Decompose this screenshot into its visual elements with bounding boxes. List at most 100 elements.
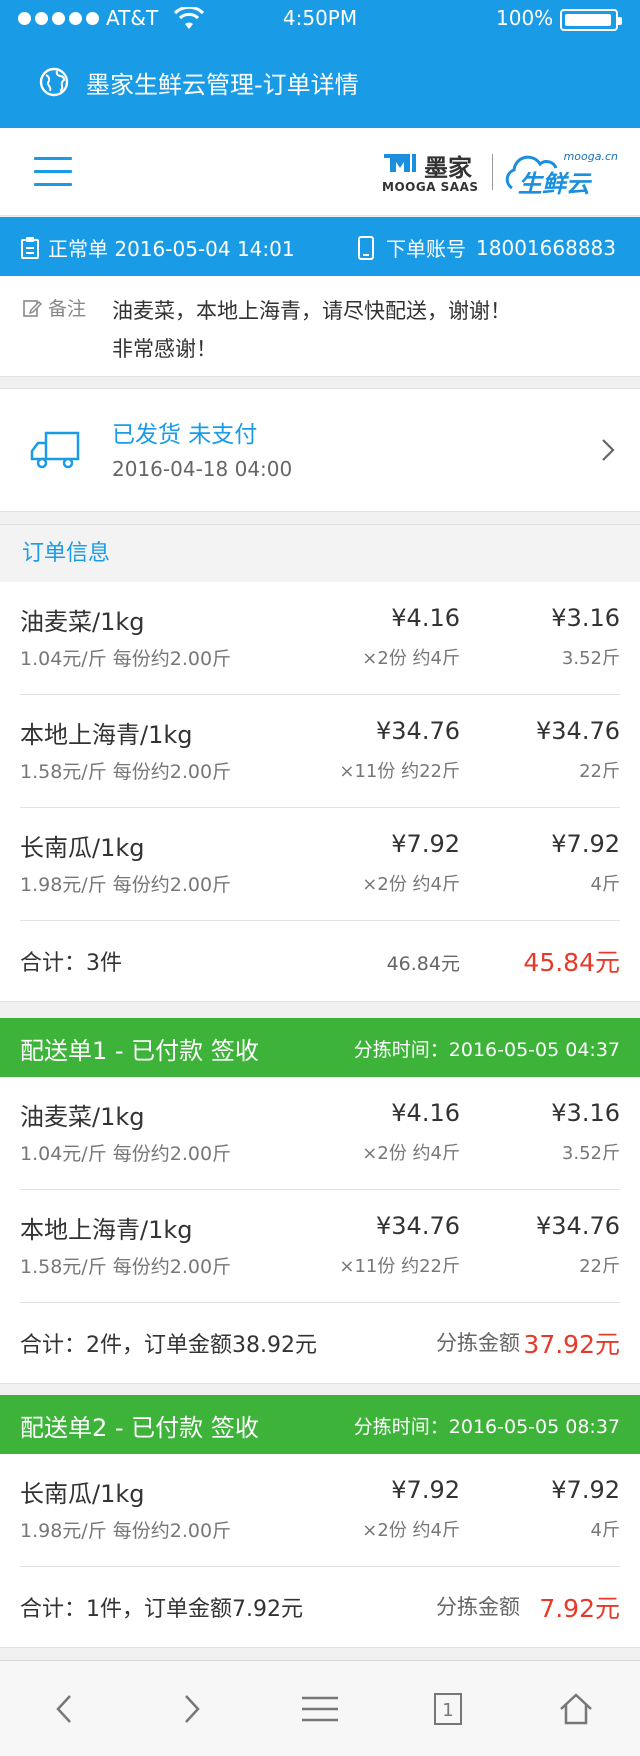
item-name: 本地上海青/1kg <box>20 721 193 749</box>
item-name: 油麦菜/1kg <box>20 608 145 636</box>
back-button[interactable] <box>44 1691 84 1727</box>
delivery-1-title: 配送单1 - 已付款 签收 <box>20 1037 259 1065</box>
order-item-row: 长南瓜/1kg 1.98元/斤 每份约2.00斤 ¥7.92 ×2份 约4斤 ¥… <box>20 808 620 921</box>
mooga-mark-icon <box>384 154 416 172</box>
item-quantity: ×2份 约4斤 <box>362 874 460 895</box>
delivery-1-sort-label: 分拣金额 <box>436 1331 520 1355</box>
item-weight: 4斤 <box>590 1520 620 1541</box>
remark-label: 备注 <box>48 298 87 320</box>
hamburger-menu-icon[interactable] <box>34 157 72 187</box>
order-total-label: 合计：3件 <box>20 951 122 976</box>
order-total-amount: 45.84元 <box>523 948 620 977</box>
item-amount: ¥7.92 <box>551 830 620 858</box>
delivery-2-title: 配送单2 - 已付款 签收 <box>20 1414 259 1442</box>
bottom-navigation: 1 <box>0 1660 640 1756</box>
account-number: 18001668883 <box>476 235 616 260</box>
item-name: 本地上海青/1kg <box>20 1216 193 1244</box>
item-weight: 3.52斤 <box>561 1143 620 1164</box>
header: 墨家 MOOGA SAAS mooga.cn 生鲜云 <box>0 128 640 216</box>
list-menu-icon <box>302 1696 338 1722</box>
chevron-right-icon <box>185 1695 200 1723</box>
item-unit-price: 1.04元/斤 每份约2.00斤 <box>20 648 232 670</box>
order-total-original: 46.84元 <box>386 953 460 975</box>
home-button[interactable] <box>556 1691 596 1727</box>
cloud-logo: mooga.cn 生鲜云 <box>502 148 622 198</box>
truck-icon <box>30 431 80 469</box>
delivery-2-sort-amount: 7.92元 <box>539 1594 620 1623</box>
app-title: 墨家生鲜云管理-订单详情 <box>86 70 359 99</box>
top-bar: AT&T 4:50PM 100% 墨家生鲜云管理-订单详情 <box>0 0 640 128</box>
battery-percent: 100% <box>496 6 554 30</box>
chevron-left-icon <box>56 1695 71 1723</box>
item-quantity: ×2份 约4斤 <box>362 1520 460 1541</box>
battery-icon <box>560 9 622 31</box>
tabs-icon: 1 <box>434 1693 462 1725</box>
cloud-brand-name: 生鲜云 <box>518 170 590 198</box>
item-price: ¥4.16 <box>391 1099 460 1127</box>
delivery-2-sort-label: 分拣金额 <box>436 1595 520 1619</box>
remark-section: 备注 油麦菜，本地上海青，请尽快配送，谢谢！ 非常感谢！ <box>0 276 640 377</box>
order-items-block: 油麦菜/1kg 1.04元/斤 每份约2.00斤 ¥4.16 ×2份 约4斤 ¥… <box>0 582 640 1002</box>
item-name: 油麦菜/1kg <box>20 1103 145 1131</box>
item-quantity: ×2份 约4斤 <box>362 1143 460 1164</box>
delivery-1-sort-amount: 37.92元 <box>523 1330 620 1359</box>
item-name: 长南瓜/1kg <box>20 1480 145 1508</box>
order-total-row: 合计：3件 46.84元 45.84元 <box>20 921 620 1001</box>
delivery-1-sort-time: 分拣时间：2016-05-05 04:37 <box>353 1039 620 1061</box>
phone-icon <box>358 235 375 260</box>
delivery-1-total-row: 合计：2件，订单金额38.92元 分拣金额 37.92元 <box>20 1303 620 1383</box>
delivery-2-header: 配送单2 - 已付款 签收 分拣时间：2016-05-05 08:37 <box>0 1395 640 1454</box>
status-bar: AT&T 4:50PM 100% <box>0 0 640 38</box>
item-weight: 22斤 <box>579 761 620 782</box>
clipboard-icon <box>21 236 39 259</box>
order-info-bar: 正常单 2016-05-04 14:01 下单账号 18001668883 <box>0 217 640 276</box>
shipping-time: 2016-04-18 04:00 <box>112 457 293 481</box>
tab-count: 1 <box>442 1700 453 1721</box>
item-weight: 3.52斤 <box>561 648 620 669</box>
item-amount: ¥3.16 <box>551 1099 620 1127</box>
delivery-2-block: 长南瓜/1kg 1.98元/斤 每份约2.00斤 ¥7.92 ×2份 约4斤 ¥… <box>0 1454 640 1648</box>
item-unit-price: 1.58元/斤 每份约2.00斤 <box>20 1256 232 1278</box>
mooga-brand-en: MOOGA SAAS <box>382 180 479 194</box>
item-unit-price: 1.98元/斤 每份约2.00斤 <box>20 874 232 896</box>
item-price: ¥34.76 <box>376 1212 460 1240</box>
item-unit-price: 1.98元/斤 每份约2.00斤 <box>20 1520 232 1542</box>
globe-icon <box>39 67 69 97</box>
delivery-2-sort-time: 分拣时间：2016-05-05 08:37 <box>353 1416 620 1438</box>
item-amount: ¥34.76 <box>536 1212 620 1240</box>
item-quantity: ×11份 约22斤 <box>339 1256 460 1277</box>
item-amount: ¥7.92 <box>551 1476 620 1504</box>
order-info-title: 订单信息 <box>0 524 640 582</box>
tabs-button[interactable]: 1 <box>428 1691 468 1727</box>
delivery-2-total-label: 合计：1件，订单金额7.92元 <box>20 1597 303 1622</box>
delivery-item-row: 本地上海青/1kg 1.58元/斤 每份约2.00斤 ¥34.76 ×11份 约… <box>20 1190 620 1303</box>
delivery-2-total-row: 合计：1件，订单金额7.92元 分拣金额 7.92元 <box>20 1567 620 1647</box>
delivery-1-header: 配送单1 - 已付款 签收 分拣时间：2016-05-05 04:37 <box>0 1018 640 1077</box>
item-weight: 4斤 <box>590 874 620 895</box>
item-unit-price: 1.58元/斤 每份约2.00斤 <box>20 761 232 783</box>
app-title-bar: 墨家生鲜云管理-订单详情 <box>38 64 359 100</box>
item-amount: ¥34.76 <box>536 717 620 745</box>
mooga-brand-cn: 墨家 <box>424 154 472 182</box>
remark-line-1: 油麦菜，本地上海青，请尽快配送，谢谢！ <box>112 299 511 323</box>
menu-button[interactable] <box>300 1691 340 1727</box>
item-quantity: ×2份 约4斤 <box>362 648 460 669</box>
item-name: 长南瓜/1kg <box>20 834 145 862</box>
edit-note-icon <box>23 299 42 317</box>
item-amount: ¥3.16 <box>551 604 620 632</box>
delivery-1-block: 油麦菜/1kg 1.04元/斤 每份约2.00斤 ¥4.16 ×2份 约4斤 ¥… <box>0 1077 640 1384</box>
chevron-right-icon <box>602 439 615 461</box>
account-label: 下单账号 <box>386 237 467 261</box>
order-type-date: 正常单 2016-05-04 14:01 <box>48 237 295 261</box>
home-icon <box>560 1693 592 1725</box>
order-item-row: 本地上海青/1kg 1.58元/斤 每份约2.00斤 ¥34.76 ×11份 约… <box>20 695 620 808</box>
remark-text: 油麦菜，本地上海青，请尽快配送，谢谢！ 非常感谢！ <box>112 292 612 368</box>
shipping-status-text: 已发货 未支付 <box>112 422 258 448</box>
forward-button[interactable] <box>172 1691 212 1727</box>
shipping-status-row[interactable]: 已发货 未支付 2016-04-18 04:00 <box>0 388 640 512</box>
item-price: ¥4.16 <box>391 604 460 632</box>
item-price: ¥34.76 <box>376 717 460 745</box>
delivery-1-total-label: 合计：2件，订单金额38.92元 <box>20 1333 317 1358</box>
logo-divider <box>492 154 493 190</box>
delivery-item-row: 油麦菜/1kg 1.04元/斤 每份约2.00斤 ¥4.16 ×2份 约4斤 ¥… <box>20 1077 620 1190</box>
